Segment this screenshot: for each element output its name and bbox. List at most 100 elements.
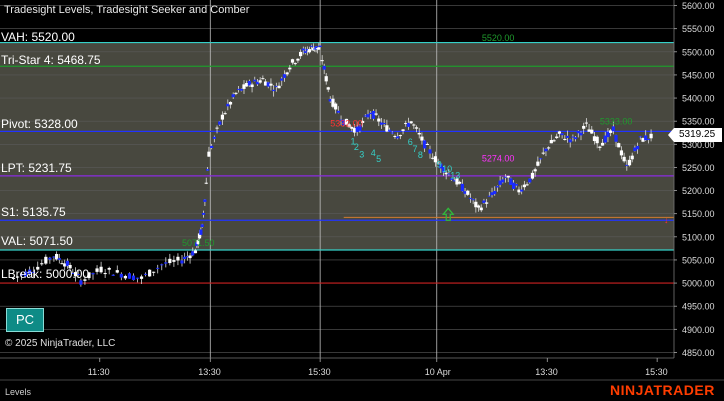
- price-bar-body: [530, 172, 535, 179]
- price-bar-body: [288, 67, 292, 70]
- price-bar-body: [282, 74, 287, 78]
- seeker-label: 8: [418, 150, 423, 160]
- price-bar-body: [322, 65, 326, 70]
- price-bar-body: [630, 155, 634, 160]
- level-annotation: 5332.00: [330, 119, 363, 129]
- tab-levels[interactable]: Levels: [5, 387, 31, 397]
- price-bar-body: [152, 271, 156, 273]
- price-bar-body: [538, 158, 543, 160]
- price-bar-body: [296, 58, 300, 61]
- chart-title: Tradesight Levels, Tradesight Seeker and…: [4, 4, 250, 16]
- level-label-vah: VAH: 5520.00: [1, 30, 75, 44]
- price-bar-body: [164, 262, 168, 264]
- price-bar-body: [215, 127, 219, 129]
- level-annotation: 5333.00: [600, 116, 633, 126]
- price-bar-body: [425, 143, 429, 145]
- price-axis-label: 4950.00: [682, 302, 715, 312]
- price-bar-body: [611, 126, 615, 132]
- price-axis-label: 5600.00: [682, 1, 715, 11]
- price-bar-body: [272, 89, 276, 92]
- price-bar-body: [627, 159, 632, 166]
- price-bar-body: [638, 136, 642, 138]
- price-bar-body: [533, 169, 537, 172]
- seeker-label: 3: [359, 149, 364, 159]
- time-axis-label: 13:30: [535, 367, 558, 377]
- price-bar-body: [285, 72, 289, 75]
- price-bar-body: [622, 156, 626, 162]
- price-bar-body: [193, 250, 198, 254]
- price-bar-body: [590, 129, 594, 134]
- price-bar-body: [528, 178, 532, 183]
- price-bar-body: [200, 224, 204, 227]
- price-bar-body: [48, 257, 52, 260]
- price-bar-body: [269, 83, 273, 86]
- price-bar-body: [231, 94, 235, 98]
- level-label-s1: S1: 5135.75: [1, 205, 66, 219]
- price-axis-label: 5550.00: [682, 24, 715, 34]
- price-bar-body: [290, 59, 295, 63]
- seeker-label: 2: [354, 142, 359, 152]
- price-bar-body: [172, 260, 176, 262]
- price-axis-label: 4850.00: [682, 348, 715, 358]
- level-label-val: VAL: 5071.50: [1, 234, 73, 248]
- ninjatrader-logo: NINJATRADER: [610, 382, 715, 398]
- price-bar-body: [334, 103, 338, 110]
- time-axis-label: 10 Apr: [425, 367, 451, 377]
- price-bar-body: [525, 184, 529, 186]
- seeker-label: 5: [376, 154, 381, 164]
- seeker-label: 4: [371, 148, 376, 158]
- price-bar-body: [139, 276, 144, 279]
- price-bar-body: [396, 136, 400, 139]
- price-bar-body: [188, 255, 192, 259]
- price-bar-body: [91, 273, 95, 275]
- price-bar-body: [636, 145, 640, 150]
- price-bar-body: [176, 256, 180, 261]
- price-bar-body: [212, 136, 216, 139]
- price-axis-label: 5200.00: [682, 186, 715, 196]
- price-bar-body: [476, 205, 481, 208]
- price-bar-body: [468, 197, 473, 199]
- price-bar-body: [600, 142, 605, 146]
- price-bar-body: [544, 148, 548, 152]
- price-bar-body: [258, 80, 262, 83]
- price-bar-body: [318, 45, 322, 48]
- price-bar-body: [99, 266, 103, 273]
- price-bar-body: [277, 85, 281, 89]
- price-bar-body: [301, 48, 305, 51]
- pc-button[interactable]: PC: [6, 308, 44, 332]
- price-bar-body: [568, 139, 572, 143]
- price-bar-body: [280, 78, 284, 81]
- price-bar-body: [205, 169, 210, 171]
- price-bar-body: [40, 263, 44, 265]
- price-bar-body: [401, 129, 405, 131]
- seeker-label: 13: [450, 171, 460, 181]
- price-bar-body: [220, 114, 225, 120]
- price-bar-body: [95, 268, 99, 272]
- price-bar-body: [326, 87, 330, 90]
- price-bar-body: [103, 272, 107, 275]
- price-bar-body: [261, 78, 265, 80]
- price-bar-body: [57, 258, 61, 260]
- level-annotation: 5520.00: [482, 33, 515, 43]
- value-area-band: [0, 42, 674, 250]
- price-bar-body: [520, 189, 524, 192]
- price-bar-body: [210, 145, 214, 149]
- price-bar-body: [536, 161, 540, 166]
- price-bar-body: [614, 134, 618, 142]
- price-bar-body: [223, 113, 227, 115]
- price-bar-body: [595, 136, 599, 144]
- seeker-label: 9: [437, 159, 442, 169]
- price-bar-body: [471, 199, 475, 201]
- price-bar-body: [371, 110, 375, 119]
- price-bar-body: [617, 143, 621, 148]
- price-bar-body: [374, 113, 378, 115]
- price-bar-body: [555, 136, 559, 139]
- time-axis-label: 11:30: [88, 367, 110, 377]
- price-bar-body: [493, 190, 497, 195]
- price-bar-body: [299, 51, 303, 57]
- price-bar-body: [406, 122, 411, 127]
- price-axis-label: 4900.00: [682, 325, 715, 335]
- price-bar-body: [303, 51, 307, 53]
- price-axis-label: 5050.00: [682, 255, 715, 265]
- price-bar-body: [582, 125, 586, 129]
